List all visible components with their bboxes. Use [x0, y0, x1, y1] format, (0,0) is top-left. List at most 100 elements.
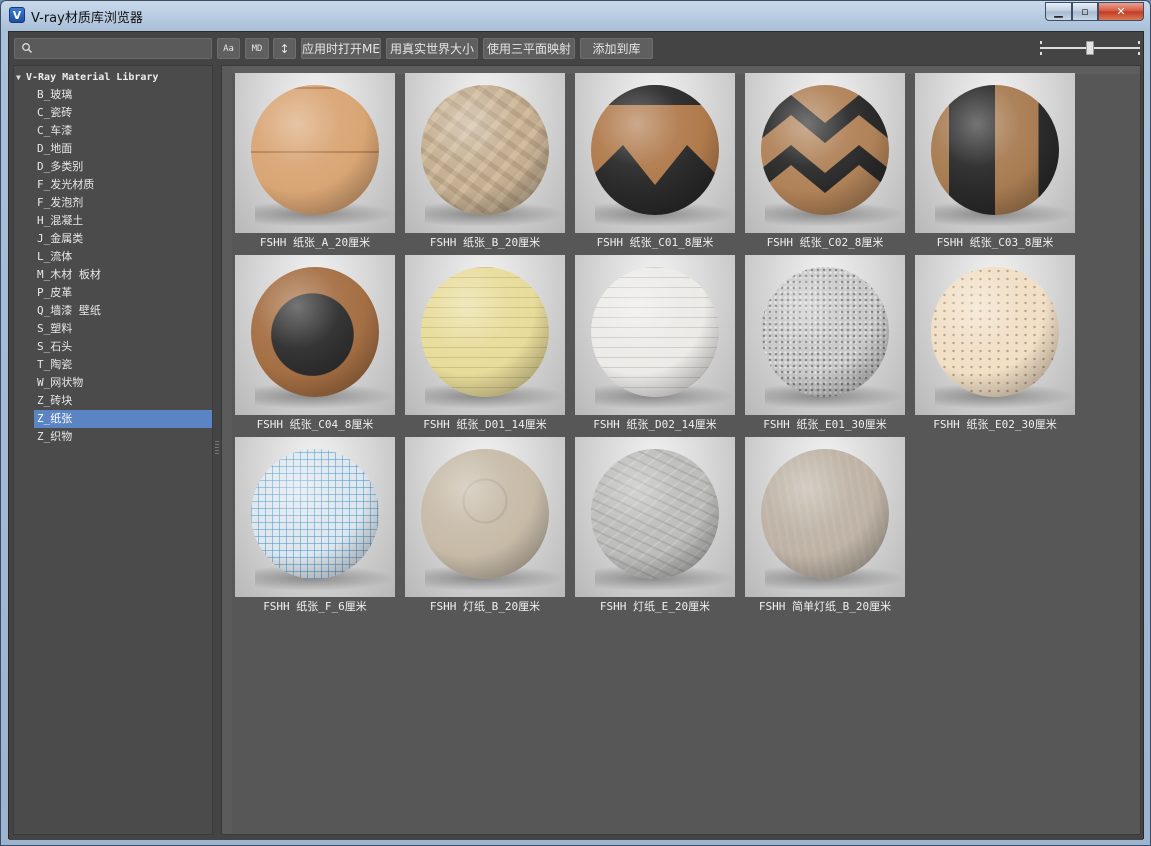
material-preview-image[interactable]: [575, 437, 735, 597]
material-label: FSHH 纸张_F_6厘米: [263, 600, 367, 613]
triplanar-mapping-button[interactable]: 使用三平面映射: [483, 38, 575, 59]
material-tile[interactable]: FSHH 纸张_A_20厘米: [235, 73, 395, 253]
tree-root-label: V-Ray Material Library: [26, 71, 159, 83]
slider-thumb[interactable]: [1086, 41, 1094, 55]
minimize-button[interactable]: ▁: [1045, 2, 1072, 21]
sphere-shading: [761, 267, 889, 397]
tree-item[interactable]: F_发光材质: [34, 176, 212, 194]
tree-item[interactable]: Z_织物: [34, 428, 212, 446]
tree-item[interactable]: D_多类别: [34, 158, 212, 176]
maximize-button[interactable]: ▫: [1072, 2, 1098, 21]
tree-item[interactable]: W_网状物: [34, 374, 212, 392]
material-tile[interactable]: FSHH 简单灯纸_B_20厘米: [745, 437, 905, 617]
search-box[interactable]: [14, 38, 212, 59]
tree-item[interactable]: S_塑料: [34, 320, 212, 338]
thumbnail-size-slider[interactable]: [1040, 41, 1140, 55]
material-tile[interactable]: FSHH 纸张_F_6厘米: [235, 437, 395, 617]
material-label: FSHH 纸张_E01_30厘米: [763, 418, 887, 431]
slider-tick: [1138, 41, 1140, 44]
material-tile[interactable]: FSHH 灯纸_E_20厘米: [575, 437, 735, 617]
material-sphere: [251, 449, 379, 579]
tree-item[interactable]: S_石头: [34, 338, 212, 356]
maximize-icon: ▫: [1081, 5, 1089, 18]
tree-item[interactable]: Z_砖块: [34, 392, 212, 410]
material-browser: FSHH 纸张_A_20厘米 FSHH 纸张_B_20厘米 FSHH 纸张_C01_…: [221, 65, 1141, 835]
material-label: FSHH 纸张_C04_8厘米: [256, 418, 374, 431]
sphere-shading: [251, 449, 379, 579]
search-icon: [22, 43, 33, 54]
material-tile[interactable]: FSHH 纸张_D02_14厘米: [575, 255, 735, 435]
tree-item[interactable]: C_瓷砖: [34, 104, 212, 122]
material-tile[interactable]: FSHH 纸张_C02_8厘米: [745, 73, 905, 253]
material-preview-image[interactable]: [405, 437, 565, 597]
slider-tick: [1138, 52, 1140, 55]
close-button[interactable]: ✕: [1098, 2, 1144, 21]
status-bar: [9, 838, 1143, 840]
sphere-shading: [251, 267, 379, 397]
tree-item[interactable]: T_陶瓷: [34, 356, 212, 374]
material-sphere: [591, 449, 719, 579]
material-preview-image[interactable]: [915, 255, 1075, 415]
material-tile[interactable]: FSHH 纸张_C04_8厘米: [235, 255, 395, 435]
material-tile[interactable]: FSHH 纸张_C03_8厘米: [915, 73, 1075, 253]
material-label: FSHH 纸张_E02_30厘米: [933, 418, 1057, 431]
material-preview-image[interactable]: [745, 437, 905, 597]
vray-logo-icon: V: [9, 7, 25, 23]
material-preview-image[interactable]: [405, 255, 565, 415]
material-label: FSHH 纸张_D02_14厘米: [593, 418, 717, 431]
material-sphere: [591, 85, 719, 215]
material-sphere: [421, 449, 549, 579]
material-tile[interactable]: FSHH 纸张_B_20厘米: [405, 73, 565, 253]
material-preview-image[interactable]: [745, 73, 905, 233]
material-sphere: [761, 85, 889, 215]
sphere-shading: [591, 449, 719, 579]
sort-icon: ↕: [279, 41, 290, 56]
tree-item[interactable]: L_流体: [34, 248, 212, 266]
tree-item[interactable]: F_发泡剂: [34, 194, 212, 212]
slider-tick: [1040, 52, 1042, 55]
real-world-size-button[interactable]: 用真实世界大小: [386, 38, 478, 59]
material-tile[interactable]: FSHH 纸张_D01_14厘米: [405, 255, 565, 435]
tree-item[interactable]: J_金属类: [34, 230, 212, 248]
material-sphere: [251, 267, 379, 397]
tree-item[interactable]: Q_墙漆 壁纸: [34, 302, 212, 320]
sphere-shading: [591, 85, 719, 215]
client-area: Aa MD ↕ 应用时打开ME 用真实世界大小 使用三平面映射 添加到库 ▼ V…: [8, 31, 1144, 840]
material-preview-image[interactable]: [405, 73, 565, 233]
tree-item[interactable]: D_地面: [34, 140, 212, 158]
material-sphere: [591, 267, 719, 397]
sphere-shading: [931, 267, 1059, 397]
md-toggle-button[interactable]: MD: [245, 38, 269, 59]
material-preview-image[interactable]: [235, 73, 395, 233]
tree-item[interactable]: B_玻璃: [34, 86, 212, 104]
add-to-library-button[interactable]: 添加到库: [580, 38, 653, 59]
material-label: FSHH 纸张_C02_8厘米: [766, 236, 884, 249]
tree-item[interactable]: H_混凝土: [34, 212, 212, 230]
tree-item[interactable]: C_车漆: [34, 122, 212, 140]
case-toggle-button[interactable]: Aa: [217, 38, 240, 59]
open-me-on-apply-button[interactable]: 应用时打开ME: [301, 38, 381, 59]
material-preview-image[interactable]: [235, 255, 395, 415]
panel-splitter[interactable]: [214, 65, 220, 835]
title-bar[interactable]: V V-ray材质库浏览器 ▁ ▫ ✕: [1, 1, 1150, 31]
tree-item[interactable]: P_皮革: [34, 284, 212, 302]
tree-item[interactable]: Z_纸张: [34, 410, 212, 428]
md-icon: MD: [251, 43, 263, 54]
tree-root[interactable]: ▼ V-Ray Material Library: [16, 69, 212, 85]
material-tile[interactable]: FSHH 纸张_E01_30厘米: [745, 255, 905, 435]
sphere-shading: [761, 85, 889, 215]
search-input[interactable]: [37, 40, 207, 57]
material-tile[interactable]: FSHH 灯纸_B_20厘米: [405, 437, 565, 617]
material-tile[interactable]: FSHH 纸张_E02_30厘米: [915, 255, 1075, 435]
material-preview-image[interactable]: [745, 255, 905, 415]
tree-item[interactable]: M_木材 板材: [34, 266, 212, 284]
splitter-grip-icon[interactable]: [215, 441, 219, 455]
material-label: FSHH 纸张_A_20厘米: [259, 236, 371, 249]
expand-arrow-icon[interactable]: ▼: [16, 73, 26, 82]
sort-button[interactable]: ↕: [273, 38, 296, 59]
material-preview-image[interactable]: [235, 437, 395, 597]
material-preview-image[interactable]: [915, 73, 1075, 233]
material-preview-image[interactable]: [575, 73, 735, 233]
material-tile[interactable]: FSHH 纸张_C01_8厘米: [575, 73, 735, 253]
material-preview-image[interactable]: [575, 255, 735, 415]
